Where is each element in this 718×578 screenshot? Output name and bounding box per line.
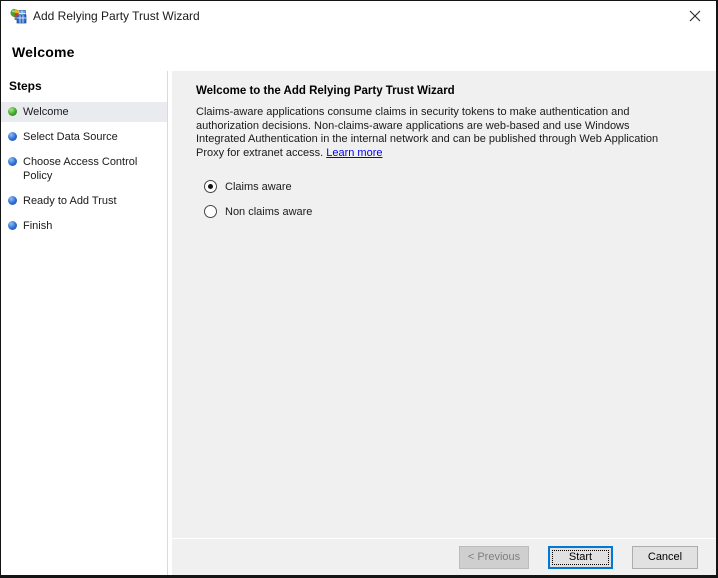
non-claims-aware-radio[interactable]	[204, 205, 217, 218]
description-line: authorization decisions. Non-claims-awar…	[196, 119, 630, 132]
content-pane: Welcome to the Add Relying Party Trust W…	[172, 71, 716, 575]
close-button[interactable]	[684, 5, 706, 27]
page-header: Welcome	[1, 31, 716, 71]
steps-header: Steps	[9, 79, 42, 93]
page-title: Welcome	[12, 44, 75, 60]
learn-more-link[interactable]: Learn more	[326, 147, 382, 159]
step-item-welcome: Welcome	[1, 102, 167, 122]
step-label: Choose Access Control Policy	[23, 156, 138, 182]
start-button[interactable]: Start	[548, 545, 613, 569]
step-label: Select Data Source	[23, 131, 118, 143]
close-icon	[689, 10, 701, 22]
step-item-finish: Finish	[1, 216, 167, 236]
application-type-radio-group: Claims aware Non claims aware	[196, 174, 692, 224]
current-step-bullet-icon	[8, 107, 17, 116]
previous-button[interactable]: < Previous	[459, 545, 529, 569]
step-item-choose-access-control-policy: Choose Access Control Policy	[1, 152, 167, 186]
wizard-body: Steps Welcome Select Data Source Choose …	[1, 71, 716, 575]
title-bar: Add Relying Party Trust Wizard	[1, 1, 716, 31]
content-heading: Welcome to the Add Relying Party Trust W…	[196, 85, 455, 97]
adfs-wizard-icon	[10, 8, 27, 25]
button-bar: < Previous Start Cancel	[172, 538, 716, 575]
step-bullet-icon	[8, 221, 17, 230]
steps-list: Welcome Select Data Source Choose Access…	[1, 102, 167, 236]
description-line: Integrated Authentication in the interna…	[196, 133, 659, 145]
step-item-select-data-source: Select Data Source	[1, 127, 167, 147]
window-title: Add Relying Party Trust Wizard	[33, 9, 200, 23]
description-paragraph: Claims-aware applications consume claims…	[196, 106, 692, 160]
step-bullet-icon	[8, 196, 17, 205]
claims-aware-radio-label: Claims aware	[225, 180, 292, 193]
non-claims-aware-radio-label: Non claims aware	[225, 205, 313, 218]
step-bullet-icon	[8, 132, 17, 141]
claims-aware-radio[interactable]	[204, 180, 217, 193]
radio-row-claims-aware[interactable]: Claims aware	[204, 174, 692, 199]
step-item-ready-to-add-trust: Ready to Add Trust	[1, 191, 167, 211]
description-line-last: Proxy for extranet access. Learn more	[196, 147, 692, 161]
radio-row-non-claims-aware[interactable]: Non claims aware	[204, 199, 692, 224]
step-label: Welcome	[23, 106, 69, 118]
step-bullet-icon	[8, 157, 17, 166]
cancel-button[interactable]: Cancel	[632, 545, 698, 569]
description-line: Claims-aware applications consume claims…	[196, 106, 630, 118]
wizard-window: Add Relying Party Trust Wizard Welcome S…	[0, 0, 718, 578]
steps-sidebar: Steps Welcome Select Data Source Choose …	[1, 71, 168, 575]
step-label: Ready to Add Trust	[23, 195, 117, 207]
step-label: Finish	[23, 220, 53, 232]
description-line-text: Proxy for extranet access.	[196, 146, 324, 159]
